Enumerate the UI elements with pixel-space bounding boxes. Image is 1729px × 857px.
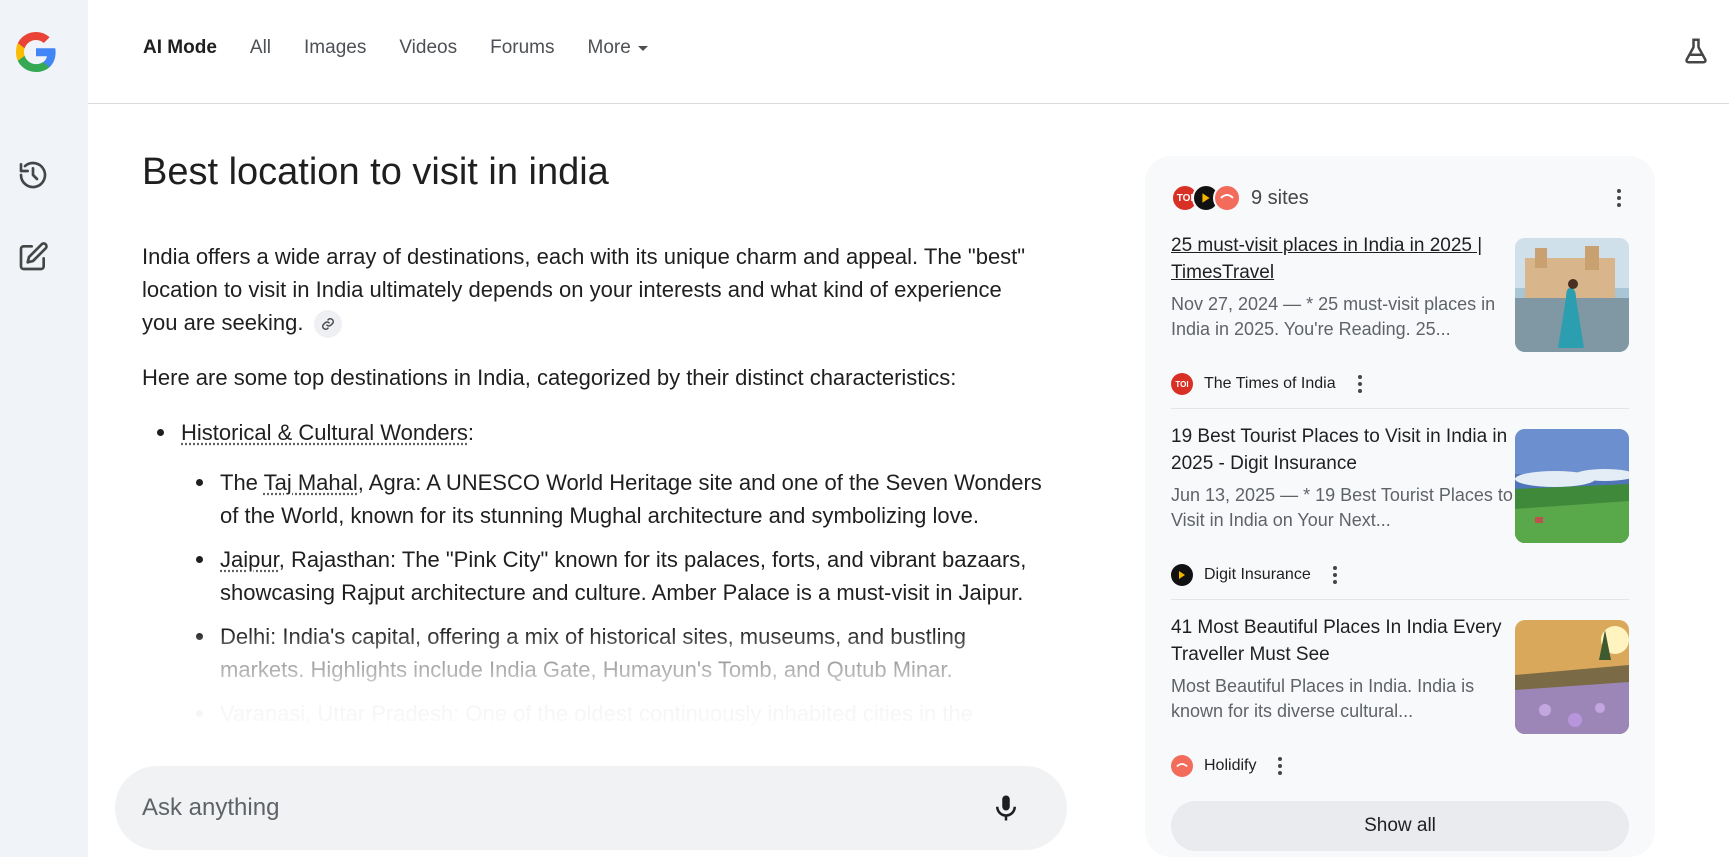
more-options-icon[interactable] [1270, 754, 1290, 778]
citation-link-icon[interactable] [313, 309, 342, 338]
digit-favicon [1171, 564, 1193, 586]
microphone-icon[interactable] [991, 793, 1021, 823]
destination-text: Delhi: India's capital, offering a mix o… [220, 623, 967, 682]
source-site: Digit Insurance [1204, 566, 1311, 583]
category-list: Historical & Cultural Wonders: The Taj M… [142, 416, 1042, 730]
sources-header: TOI 9 sites [1171, 178, 1629, 218]
source-snippet: Jun 13, 2025 — * 19 Best Tourist Places … [1171, 485, 1513, 530]
category-item: Historical & Cultural Wonders: The Taj M… [142, 416, 1042, 730]
category-link[interactable]: Historical & Cultural Wonders [181, 420, 468, 445]
destination-link[interactable]: Taj Mahal [264, 470, 358, 495]
history-icon[interactable] [16, 158, 50, 192]
intro-paragraph: India offers a wide array of destination… [142, 240, 1042, 339]
category-suffix: : [467, 419, 475, 445]
source-meta: Digit Insurance [1171, 563, 1345, 587]
holidify-favicon [1171, 755, 1193, 777]
toi-favicon: TOI [1171, 373, 1193, 395]
source-title[interactable]: 41 Most Beautiful Places In India Every … [1171, 614, 1513, 668]
source-card[interactable]: 19 Best Tourist Places to Visit in India… [1171, 409, 1629, 600]
source-card[interactable]: 25 must-visit places in India in 2025 | … [1171, 218, 1629, 409]
sites-count: 9 sites [1251, 186, 1309, 209]
more-options-icon[interactable] [1325, 563, 1345, 587]
more-options-icon[interactable] [1350, 372, 1370, 396]
more-options-icon[interactable] [1609, 186, 1629, 210]
caret-down-icon [637, 45, 648, 51]
new-chat-icon[interactable] [16, 240, 50, 274]
holidify-favicon [1213, 184, 1241, 212]
google-logo[interactable] [12, 28, 60, 76]
source-thumbnail[interactable] [1515, 429, 1629, 543]
ask-bar [115, 766, 1067, 850]
left-rail [0, 0, 88, 857]
tab-videos[interactable]: Videos [399, 37, 457, 59]
tab-more-label: More [587, 37, 631, 58]
sources-panel: TOI 9 sites 25 must-visit places in Indi… [1145, 156, 1655, 857]
labs-flask-icon[interactable] [1681, 36, 1711, 66]
destination-item: Delhi: India's capital, offering a mix o… [181, 620, 1042, 686]
destination-list: The Taj Mahal, Agra: A UNESCO World Heri… [181, 466, 1042, 730]
ask-input[interactable] [142, 794, 942, 822]
source-meta: Holidify [1171, 754, 1290, 778]
destination-item: Jaipur, Rajasthan: The "Pink City" known… [181, 543, 1042, 609]
destination-item: The Taj Mahal, Agra: A UNESCO World Heri… [181, 466, 1042, 532]
intro-text: India offers a wide array of destination… [142, 243, 1026, 335]
destination-item: Varanasi, Uttar Pradesh: One of the olde… [181, 697, 1042, 730]
source-thumbnail[interactable] [1515, 238, 1629, 352]
destination-link[interactable]: Jaipur [220, 547, 279, 572]
destination-prefix: The [220, 469, 264, 495]
destination-text: , Rajasthan: The "Pink City" known for i… [220, 546, 1027, 605]
source-title[interactable]: 19 Best Tourist Places to Visit in India… [1171, 423, 1513, 477]
tab-images[interactable]: Images [304, 37, 366, 59]
search-tabs: AI Mode All Images Videos Forums More [143, 37, 681, 59]
top-nav: AI Mode All Images Videos Forums More [88, 0, 1729, 104]
source-favicons[interactable]: TOI [1171, 183, 1243, 213]
ai-answer: Best location to visit in india India of… [142, 150, 1042, 752]
source-snippet: Most Beautiful Places in India. India is… [1171, 676, 1475, 721]
query-title: Best location to visit in india [142, 151, 609, 193]
source-title[interactable]: 25 must-visit places in India in 2025 | … [1171, 232, 1513, 286]
tab-all[interactable]: All [250, 37, 271, 59]
source-site: Holidify [1204, 757, 1257, 774]
source-thumbnail[interactable] [1515, 620, 1629, 734]
source-site: The Times of India [1204, 375, 1336, 392]
tab-forums[interactable]: Forums [490, 37, 554, 59]
show-all-button[interactable]: Show all [1171, 801, 1629, 851]
lead-in-paragraph: Here are some top destinations in India,… [142, 364, 957, 390]
source-meta: TOI The Times of India [1171, 372, 1370, 396]
tab-more[interactable]: More [588, 37, 648, 59]
destination-text: Varanasi, Uttar Pradesh: One of the olde… [220, 700, 973, 726]
source-card[interactable]: 41 Most Beautiful Places In India Every … [1171, 600, 1629, 791]
tab-ai-mode[interactable]: AI Mode [143, 37, 217, 59]
source-snippet: Nov 27, 2024 — * 25 must-visit places in… [1171, 294, 1496, 339]
